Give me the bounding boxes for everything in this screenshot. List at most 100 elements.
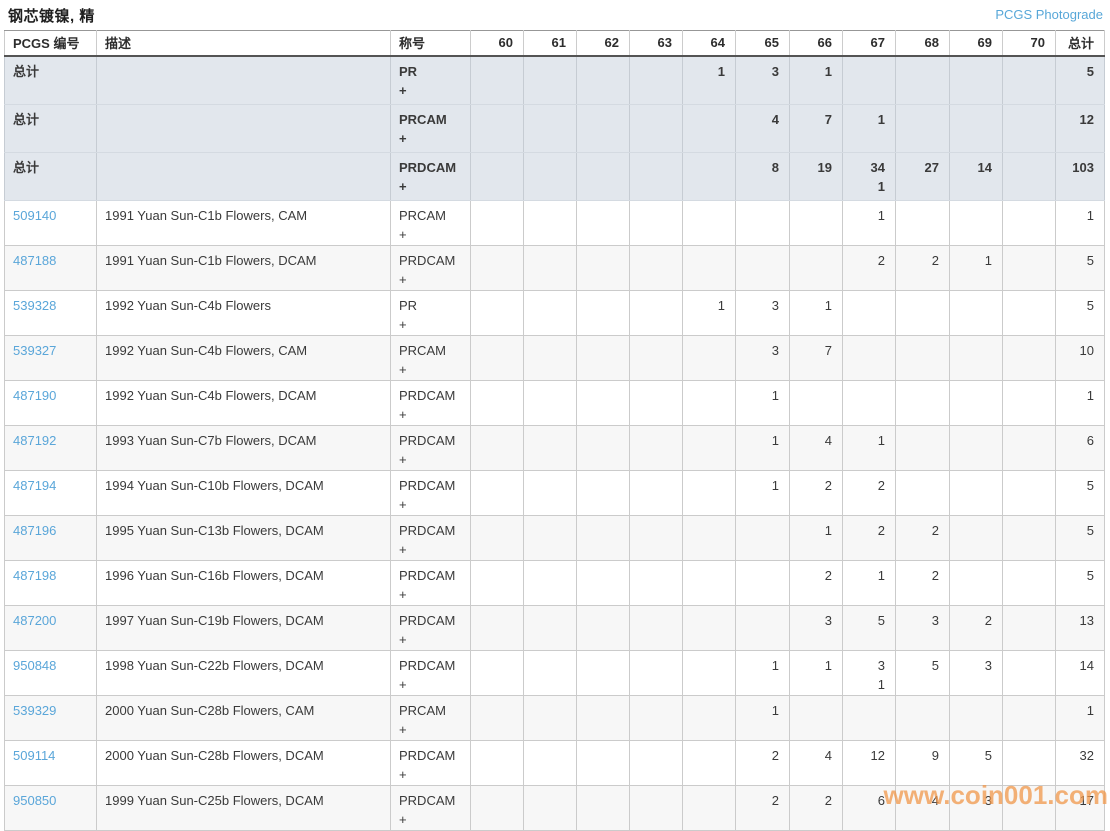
grade-63-count (630, 104, 683, 152)
pcgs-number-link[interactable]: 950848 (13, 658, 56, 673)
pcgs-number-link[interactable]: 487196 (13, 523, 56, 538)
grade-64-count (683, 104, 736, 152)
grade-63-count (630, 290, 683, 335)
grade-68-count: 27 (896, 152, 950, 200)
grade-67-count: 1 (843, 104, 896, 152)
grade-64-count (683, 200, 736, 245)
column-header-pcgs-no: PCGS 编号 (5, 31, 97, 57)
coin-description (97, 56, 391, 104)
grade-63-count (630, 152, 683, 200)
grade-67-count: 1 (843, 200, 896, 245)
designation-cell: PRDCAM+ (391, 152, 471, 200)
column-header-60: 60 (471, 31, 524, 57)
grade-60-count (471, 425, 524, 470)
column-header-description: 描述 (97, 31, 391, 57)
grade-65-count: 3 (736, 290, 790, 335)
table-row: 4871941994 Yuan Sun-C10b Flowers, DCAMPR… (5, 470, 1105, 515)
grade-65-count: 1 (736, 650, 790, 695)
coin-description: 1992 Yuan Sun-C4b Flowers, CAM (97, 335, 391, 380)
grade-61-count (524, 785, 577, 830)
grade-65-count: 1 (736, 425, 790, 470)
pcgs-number-link[interactable]: 487188 (13, 253, 56, 268)
grade-68-count (896, 470, 950, 515)
grade-60-count (471, 470, 524, 515)
grade-61-count (524, 380, 577, 425)
grade-64-count (683, 650, 736, 695)
grade-61-count (524, 650, 577, 695)
photograde-link[interactable]: PCGS Photograde (995, 7, 1103, 22)
grade-61-count (524, 425, 577, 470)
grade-69-count (950, 290, 1003, 335)
grade-69-count (950, 425, 1003, 470)
grade-66-count: 7 (790, 104, 843, 152)
pcgs-number-link[interactable]: 487194 (13, 478, 56, 493)
grade-61-count (524, 740, 577, 785)
designation-cell: PRDCAM+ (391, 560, 471, 605)
pcgs-number-link[interactable]: 487192 (13, 433, 56, 448)
grade-66-count: 1 (790, 515, 843, 560)
pcgs-number-link[interactable]: 539328 (13, 298, 56, 313)
total-label: 总计 (13, 160, 39, 175)
grade-63-count (630, 380, 683, 425)
grade-62-count (577, 560, 630, 605)
column-header-69: 69 (950, 31, 1003, 57)
pcgs-number-link[interactable]: 487200 (13, 613, 56, 628)
grade-62-count (577, 785, 630, 830)
grade-65-count (736, 245, 790, 290)
grade-67-count: 12 (843, 740, 896, 785)
pcgs-number-link[interactable]: 539329 (13, 703, 56, 718)
grade-67-count: 2 (843, 470, 896, 515)
table-row: 487198 1996 Yuan Sun-C16b Flowers, DCAMPR… (5, 560, 1105, 605)
coin-description: 1996 Yuan Sun-C16b Flowers, DCAM (97, 560, 391, 605)
row-total: 5 (1056, 290, 1105, 335)
grade-60-count (471, 245, 524, 290)
grade-67-count (843, 695, 896, 740)
grade-66-count (790, 695, 843, 740)
pcgs-number-link[interactable]: 487190 (13, 388, 56, 403)
grade-62-count (577, 335, 630, 380)
coin-description: 1991 Yuan Sun-C1b Flowers, CAM (97, 200, 391, 245)
pcgs-number-link[interactable]: 950850 (13, 793, 56, 808)
column-header-61: 61 (524, 31, 577, 57)
designation-cell: PRDCAM+ (391, 650, 471, 695)
grade-70-count (1003, 335, 1056, 380)
grade-60-count (471, 695, 524, 740)
table-row: 4871881991 Yuan Sun-C1b Flowers, DCAMPRD… (5, 245, 1105, 290)
designation-cell: PRDCAM+ (391, 380, 471, 425)
grade-67-count: 2 (843, 245, 896, 290)
row-total: 1 (1056, 695, 1105, 740)
population-table: PCGS 编号描述称号6061626364656667686970总计总计PR+… (4, 30, 1105, 831)
pcgs-number-link[interactable]: 539327 (13, 343, 56, 358)
grade-62-count (577, 152, 630, 200)
grade-60-count (471, 650, 524, 695)
row-total: 5 (1056, 560, 1105, 605)
table-row: 5393292000 Yuan Sun-C28b Flowers, CAMPRC… (5, 695, 1105, 740)
grade-67-count: 1 (843, 425, 896, 470)
table-row: 9508501999 Yuan Sun-C25b Flowers, DCAMPR… (5, 785, 1105, 830)
pcgs-number-link[interactable]: 487198 (13, 568, 56, 583)
pcgs-number-link[interactable]: 509140 (13, 208, 56, 223)
grade-64-count (683, 380, 736, 425)
grade-68-count: 4 (896, 785, 950, 830)
grade-64-count (683, 785, 736, 830)
grade-69-count (950, 515, 1003, 560)
table-row: 4872001997 Yuan Sun-C19b Flowers, DCAMPR… (5, 605, 1105, 650)
coin-description: 1994 Yuan Sun-C10b Flowers, DCAM (97, 470, 391, 515)
pcgs-number-link[interactable]: 509114 (13, 748, 55, 763)
designation-cell: PR+ (391, 290, 471, 335)
grade-65-count (736, 560, 790, 605)
grade-64-count (683, 740, 736, 785)
grade-63-count (630, 470, 683, 515)
grade-70-count (1003, 56, 1056, 104)
row-total: 12 (1056, 104, 1105, 152)
grade-69-count (950, 200, 1003, 245)
grade-62-count (577, 740, 630, 785)
grade-63-count (630, 740, 683, 785)
grade-68-count: 9 (896, 740, 950, 785)
grade-67-count (843, 380, 896, 425)
table-row: 9508481998 Yuan Sun-C22b Flowers, DCAMPR… (5, 650, 1105, 695)
grade-61-count (524, 200, 577, 245)
designation-cell: PRDCAM+ (391, 740, 471, 785)
designation-cell: PRDCAM+ (391, 785, 471, 830)
grade-63-count (630, 560, 683, 605)
